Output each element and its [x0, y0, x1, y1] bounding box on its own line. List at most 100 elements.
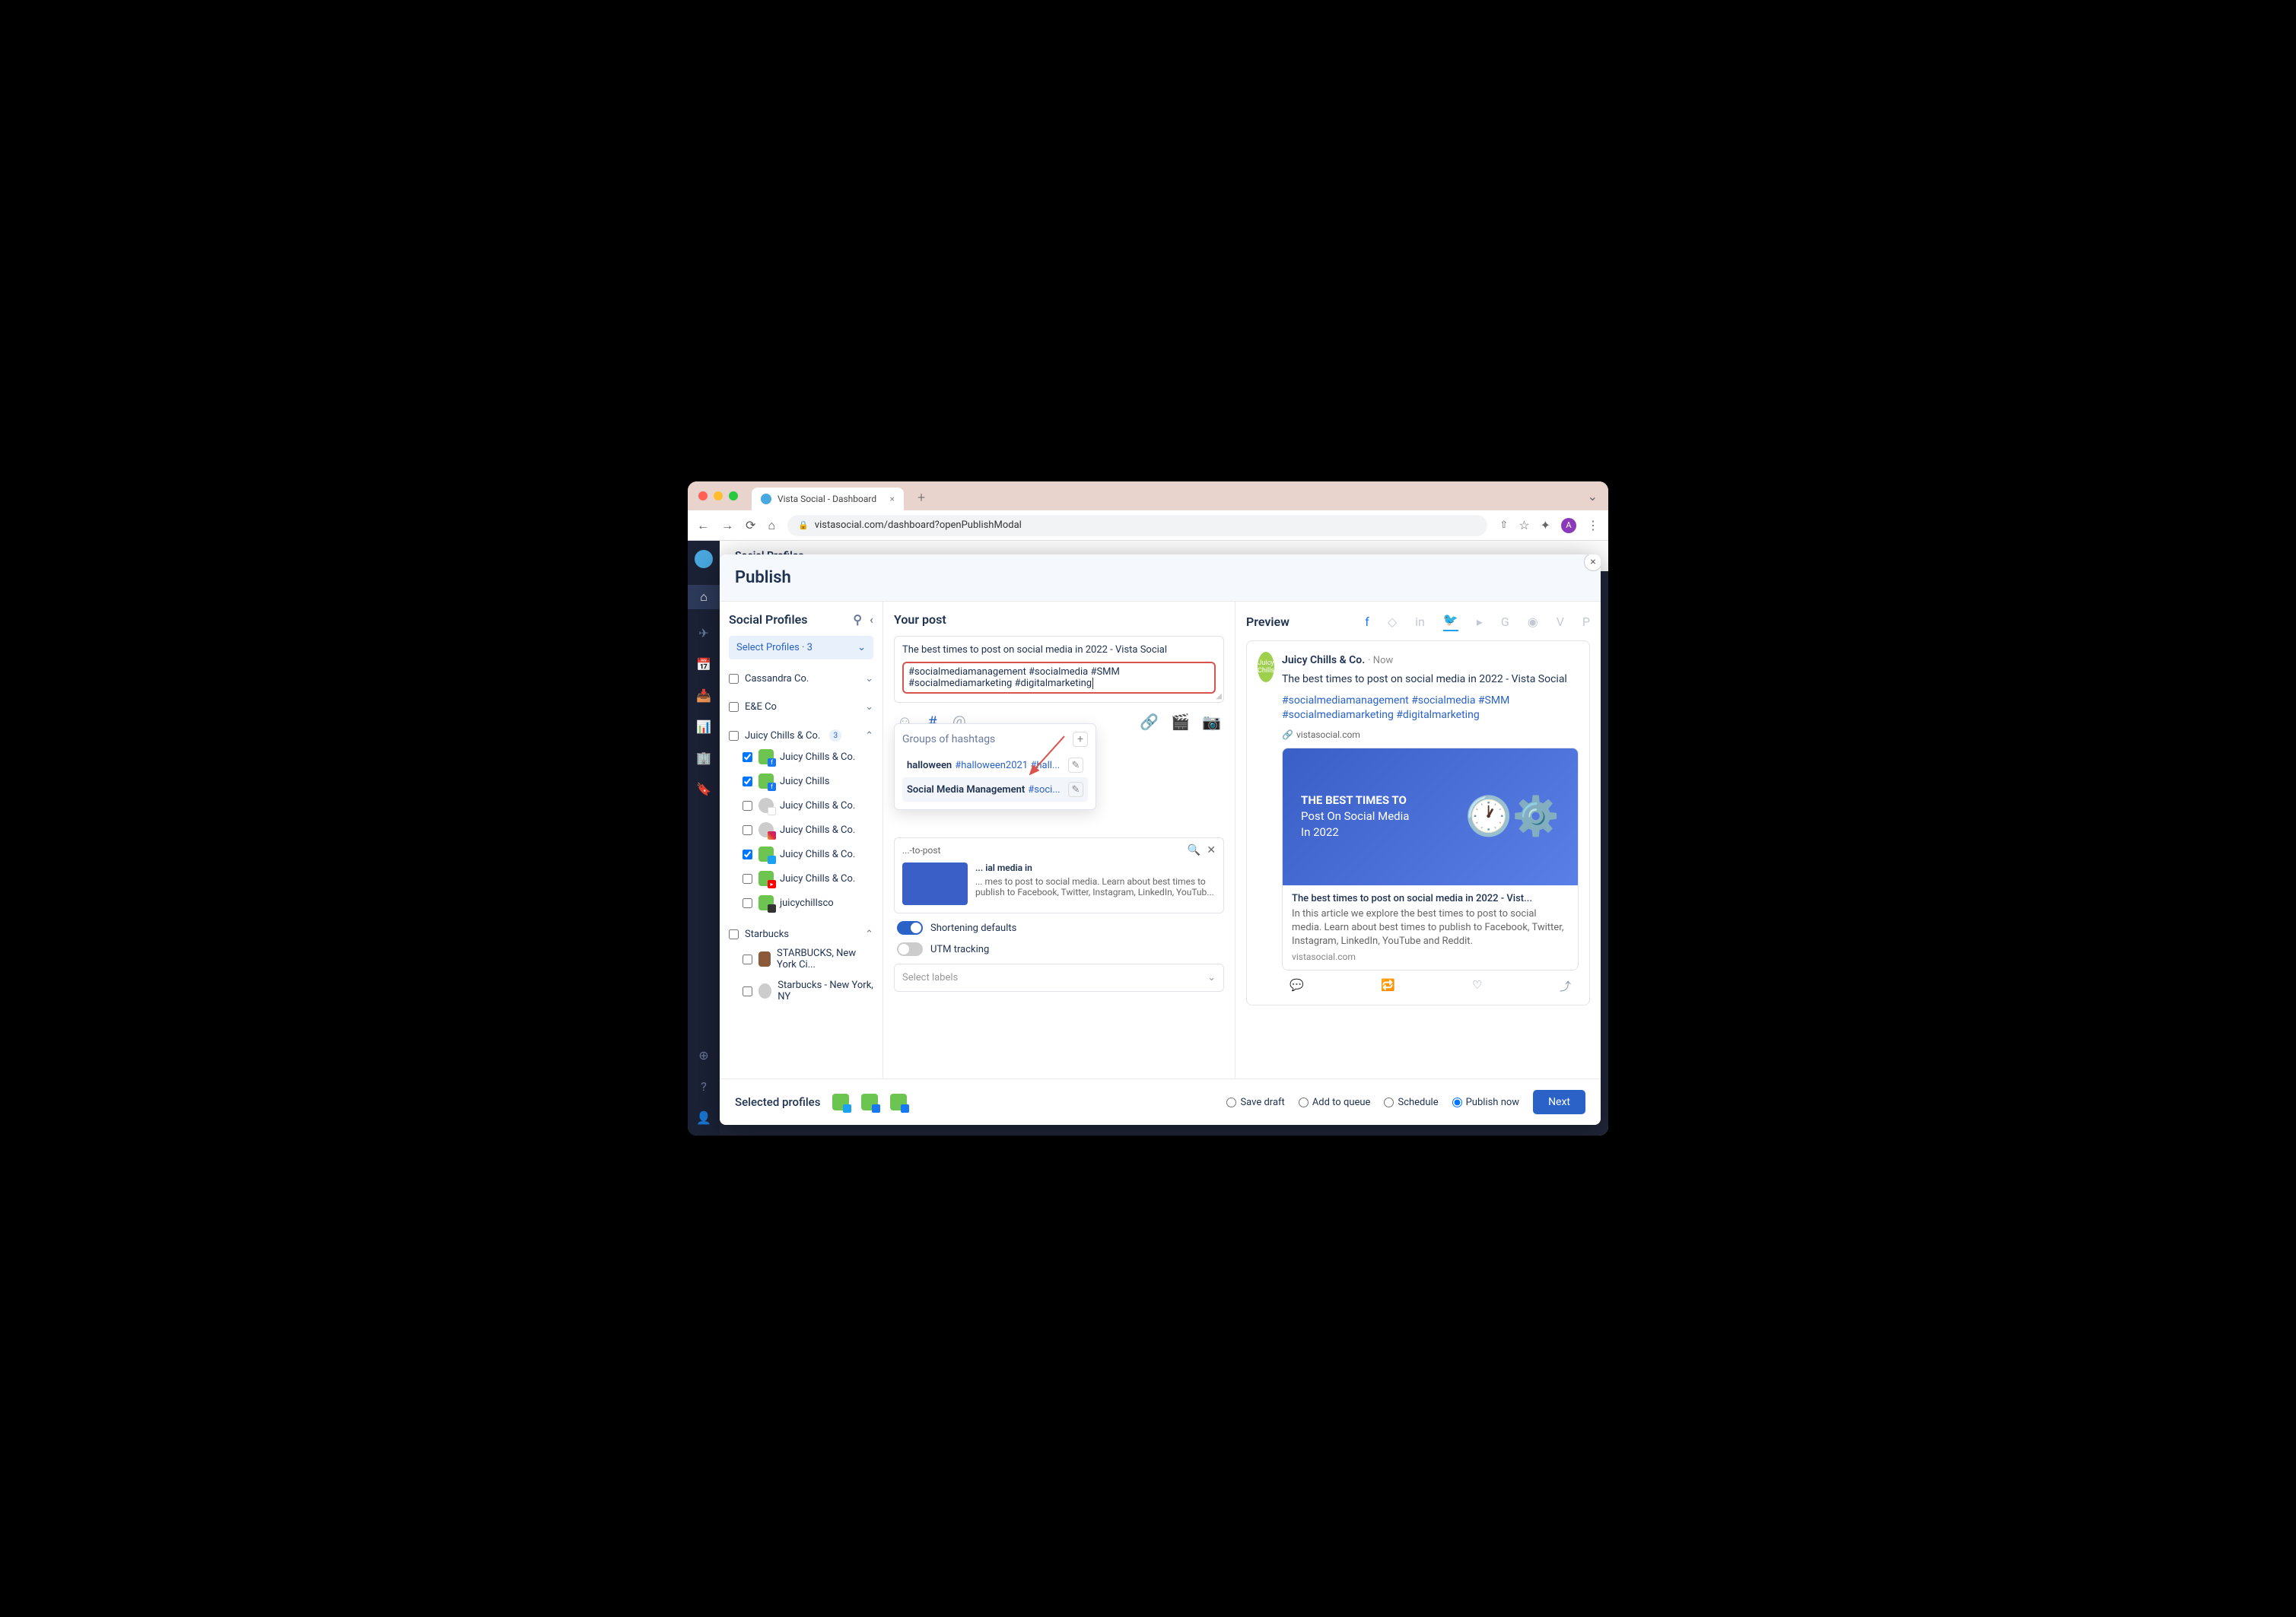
- profile-avatar: f: [758, 749, 774, 764]
- edit-group-icon[interactable]: ✎: [1068, 782, 1083, 797]
- shortening-toggle[interactable]: [897, 921, 923, 935]
- group-ee[interactable]: E&E Co ⌄: [729, 698, 873, 716]
- group-checkbox[interactable]: [729, 929, 739, 939]
- hashtag-group-item[interactable]: halloween #halloween2021 #hall... ✎: [902, 753, 1088, 777]
- home-button[interactable]: ⌂: [768, 518, 775, 533]
- profile-item[interactable]: fJuicy Chills & Co.: [743, 745, 873, 769]
- extensions-icon[interactable]: ✦: [1541, 518, 1550, 532]
- nav-home-icon[interactable]: ⌂: [688, 585, 720, 609]
- profile-avatar[interactable]: A: [1561, 518, 1576, 533]
- select-profiles-dropdown[interactable]: Select Profiles · 3 ⌄: [729, 636, 873, 659]
- browser-tab[interactable]: Vista Social - Dashboard ×: [752, 488, 904, 510]
- next-button[interactable]: Next: [1533, 1090, 1585, 1114]
- share-icon[interactable]: ⇧: [1499, 519, 1508, 531]
- profile-item[interactable]: ▸Juicy Chills & Co.: [743, 866, 873, 891]
- window-menu-chevron[interactable]: ⌄: [1588, 489, 1598, 504]
- profile-checkbox[interactable]: [743, 825, 752, 835]
- add-to-queue-option[interactable]: Add to queue: [1299, 1097, 1371, 1108]
- video-icon[interactable]: 🎬: [1171, 713, 1190, 731]
- remove-link-icon[interactable]: ✕: [1207, 844, 1216, 856]
- close-modal-button[interactable]: ×: [1584, 554, 1601, 571]
- group-cassandra[interactable]: Cassandra Co. ⌄: [729, 670, 873, 688]
- reply-icon[interactable]: 💬: [1290, 978, 1304, 994]
- nav-send-icon[interactable]: ✈: [698, 626, 708, 640]
- reload-button[interactable]: ⟳: [746, 518, 755, 533]
- hashtag-group-item[interactable]: Social Media Management #soci... ✎: [902, 777, 1088, 802]
- preview-reddit-tab[interactable]: ◉: [1528, 615, 1538, 629]
- profile-checkbox[interactable]: [743, 874, 752, 884]
- utm-toggle[interactable]: [897, 942, 923, 956]
- preview-pinterest-tab[interactable]: P: [1582, 615, 1590, 629]
- group-juicy[interactable]: Juicy Chills & Co. 3 ⌃: [729, 726, 873, 745]
- close-tab-icon[interactable]: ×: [890, 494, 895, 504]
- nav-inbox-icon[interactable]: 📥: [696, 688, 711, 703]
- preview-twitter-tab[interactable]: 🐦: [1443, 612, 1458, 631]
- preview-vimeo-tab[interactable]: V: [1557, 615, 1564, 629]
- preview-facebook-tab[interactable]: f: [1365, 615, 1369, 629]
- preview-youtube-tab[interactable]: ▸: [1477, 615, 1483, 629]
- profile-item[interactable]: STARBUCKS, New York Ci...: [743, 943, 873, 975]
- app-logo[interactable]: [695, 550, 713, 568]
- preview-column: Preview f ◇ in 🐦 ▸ G ◉ V P JuicyChills: [1235, 602, 1601, 1079]
- nav-building-icon[interactable]: 🏢: [696, 751, 711, 765]
- camera-icon[interactable]: 📷: [1202, 713, 1221, 731]
- nav-analytics-icon[interactable]: 📊: [696, 720, 711, 734]
- share-icon[interactable]: ⤴: [1560, 978, 1571, 994]
- profile-checkbox[interactable]: [743, 752, 752, 762]
- schedule-option[interactable]: Schedule: [1384, 1097, 1438, 1108]
- nav-help-icon[interactable]: ?: [701, 1079, 707, 1094]
- back-button[interactable]: ←: [697, 518, 709, 533]
- preview-google-tab[interactable]: G: [1501, 615, 1509, 629]
- maximize-window-button[interactable]: [729, 491, 738, 500]
- profile-checkbox[interactable]: [743, 777, 752, 786]
- tweet-link-card[interactable]: THE BEST TIMES TO Post On Social Media I…: [1282, 748, 1579, 971]
- post-editor[interactable]: The best times to post on social media i…: [894, 636, 1224, 703]
- forward-button[interactable]: →: [721, 518, 733, 533]
- collapse-icon[interactable]: ‹: [870, 612, 873, 627]
- nav-calendar-icon[interactable]: 📅: [696, 657, 711, 672]
- profile-avatar: [758, 895, 774, 910]
- like-icon[interactable]: ♡: [1472, 978, 1482, 994]
- group-starbucks[interactable]: Starbucks ⌃: [729, 926, 873, 943]
- kebab-menu-icon[interactable]: ⋮: [1587, 518, 1599, 532]
- profile-checkbox[interactable]: [743, 850, 752, 859]
- profile-checkbox[interactable]: [743, 801, 752, 811]
- profile-item[interactable]: Starbucks - New York, NY: [743, 975, 873, 1007]
- publish-now-option[interactable]: Publish now: [1452, 1097, 1519, 1108]
- nav-user-icon[interactable]: 👤: [696, 1110, 711, 1125]
- group-checkbox[interactable]: [729, 702, 739, 712]
- profile-checkbox[interactable]: [743, 898, 752, 908]
- new-tab-button[interactable]: +: [917, 490, 925, 506]
- profile-checkbox[interactable]: [743, 955, 752, 964]
- selected-profile-avatar[interactable]: [861, 1094, 878, 1110]
- filter-icon[interactable]: ⚲: [853, 612, 862, 627]
- profile-item[interactable]: juicychillsco: [743, 891, 873, 915]
- profile-item[interactable]: GJuicy Chills & Co.: [743, 793, 873, 818]
- profile-item[interactable]: Juicy Chills & Co.: [743, 818, 873, 842]
- preview-linkedin-tab[interactable]: in: [1415, 615, 1425, 629]
- retweet-icon[interactable]: 🔁: [1381, 978, 1395, 994]
- selected-profile-avatar[interactable]: [890, 1094, 907, 1110]
- profile-item[interactable]: fJuicy Chills: [743, 769, 873, 793]
- save-draft-option[interactable]: Save draft: [1226, 1097, 1284, 1108]
- link-icon[interactable]: 🔗: [1140, 713, 1159, 731]
- add-group-button[interactable]: +: [1073, 732, 1088, 747]
- selected-profile-avatar[interactable]: [832, 1094, 849, 1110]
- link-preview-card: ...-to-post 🔍 ✕ ... ial media in ... mes…: [894, 837, 1224, 913]
- group-checkbox[interactable]: [729, 674, 739, 684]
- profile-avatar: [758, 951, 771, 967]
- minimize-window-button[interactable]: [714, 491, 723, 500]
- group-checkbox[interactable]: [729, 731, 739, 741]
- search-link-icon[interactable]: 🔍: [1188, 844, 1200, 856]
- close-window-button[interactable]: [698, 491, 708, 500]
- edit-group-icon[interactable]: ✎: [1068, 758, 1083, 773]
- address-bar[interactable]: 🔒 vistasocial.com/dashboard?openPublishM…: [787, 515, 1487, 536]
- labels-select[interactable]: Select labels ⌄: [894, 964, 1224, 992]
- resize-handle[interactable]: ◢: [1216, 692, 1222, 700]
- profile-checkbox[interactable]: [743, 986, 752, 996]
- bookmark-icon[interactable]: ☆: [1518, 518, 1529, 532]
- nav-tag-icon[interactable]: 🔖: [696, 782, 711, 796]
- preview-instagram-tab[interactable]: ◇: [1388, 615, 1397, 629]
- profile-item[interactable]: Juicy Chills & Co.: [743, 842, 873, 866]
- nav-add-icon[interactable]: ⊕: [698, 1048, 708, 1063]
